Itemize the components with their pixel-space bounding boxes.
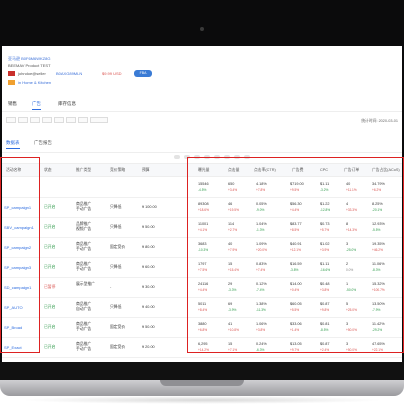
ad-type: 商品推广 手动广告 [76, 242, 92, 251]
campaign-status[interactable]: 已开启 [44, 265, 55, 270]
us-flag-icon [8, 71, 15, 76]
webcam-icon [200, 27, 204, 31]
main-tabs: 销售 广告 库存信息 [2, 98, 402, 112]
bid-strategy: 固定竞价 [110, 245, 126, 249]
bid-strategy: 固定竞价 [110, 325, 126, 329]
budget-value[interactable]: ¥ 40.00 [142, 305, 155, 309]
highlight-box-metrics [187, 157, 404, 353]
col-bid[interactable]: 竞价策略 [110, 168, 125, 173]
date-toolbar: 统计时间: 2020-03-01 [2, 114, 402, 126]
divider [2, 152, 402, 153]
custom-range-button[interactable] [90, 117, 108, 123]
tab-ad-report[interactable]: 广告报告 [34, 140, 52, 146]
tab-sales[interactable]: 销售 [8, 101, 17, 107]
ad-type: 商品推广 自动广告 [76, 302, 92, 311]
screen-bezel-bottom [0, 362, 404, 380]
bid-strategy: - [110, 285, 112, 289]
range-button-1[interactable] [6, 117, 16, 123]
ad-type: 商品推广 手动广告 [76, 202, 92, 211]
ad-type: 展示型推广 [76, 282, 95, 286]
col-status[interactable]: 状态 [44, 168, 52, 173]
screen-bezel-top [0, 0, 404, 46]
sub-tabs: 数据表 广告报告 [2, 138, 402, 150]
bid-strategy: 只降低 [110, 265, 122, 269]
product-title: BEEMAV Product TEST [8, 63, 51, 68]
product-header: 亚马逊 B0F6M6WKZ8G BEEMAV Product TEST john… [2, 46, 402, 106]
budget-value[interactable]: ¥ 50.00 [142, 325, 155, 329]
campaign-status[interactable]: 已开启 [44, 205, 55, 210]
asin-link[interactable]: B0AXG89MLN [56, 71, 82, 76]
ad-type: 商品推广 手动广告 [76, 262, 92, 271]
fba-badge: FBA [134, 70, 152, 77]
campaign-status[interactable]: 已暂停 [44, 285, 55, 290]
range-button-3[interactable] [30, 117, 40, 123]
campaign-status[interactable]: 已开启 [44, 305, 55, 310]
budget-value[interactable]: ¥ 80.00 [142, 245, 155, 249]
col-budget[interactable]: 预算 [142, 168, 150, 173]
filter-chip[interactable] [174, 155, 180, 159]
product-price: $9.99 USD [102, 71, 122, 76]
laptop-shadow [20, 396, 384, 404]
range-button-5[interactable] [54, 117, 64, 123]
stat-time: 统计时间: 2020-03-01 [361, 119, 398, 123]
tab-ads[interactable]: 广告 [32, 101, 41, 110]
range-button-2[interactable] [18, 117, 28, 123]
bid-strategy: 只降低 [110, 305, 122, 309]
campaign-status[interactable]: 已开启 [44, 225, 55, 230]
bid-strategy: 只降低 [110, 205, 122, 209]
bid-strategy: 固定竞价 [110, 345, 126, 349]
category-icon [8, 80, 15, 85]
laptop-frame: 亚马逊 B0F6M6WKZ8G BEEMAV Product TEST john… [0, 0, 404, 408]
laptop-notch [160, 380, 244, 386]
budget-value[interactable]: ¥ 30.00 [142, 285, 155, 289]
col-type[interactable]: 推广类型 [76, 168, 91, 173]
category-link[interactable]: in Home & Kitchen [18, 80, 51, 85]
budget-value[interactable]: ¥ 100.00 [142, 205, 157, 209]
budget-value[interactable]: ¥ 20.00 [142, 345, 155, 349]
ad-type: 商品推广 手动广告 [76, 342, 92, 351]
campaign-status[interactable]: 已开启 [44, 345, 55, 350]
campaign-status[interactable]: 已开启 [44, 325, 55, 330]
product-link[interactable]: 亚马逊 B0F6M6WKZ8G [8, 56, 50, 62]
ad-type: 商品推广 手动广告 [76, 322, 92, 331]
highlight-box-campaigns [0, 157, 40, 353]
ad-type: 品牌推广 视频广告 [76, 222, 92, 231]
range-button-4[interactable] [42, 117, 52, 123]
tab-inventory[interactable]: 库存信息 [58, 101, 76, 107]
campaign-status[interactable]: 已开启 [44, 245, 55, 250]
budget-value[interactable]: ¥ 60.00 [142, 265, 155, 269]
seller-name: johndoe@seller [18, 71, 46, 76]
range-button-7[interactable] [78, 117, 88, 123]
tab-data-table[interactable]: 数据表 [6, 140, 20, 149]
budget-value[interactable]: ¥ 50.00 [142, 225, 155, 229]
bid-strategy: 只降低 [110, 225, 122, 229]
range-button-6[interactable] [66, 117, 76, 123]
